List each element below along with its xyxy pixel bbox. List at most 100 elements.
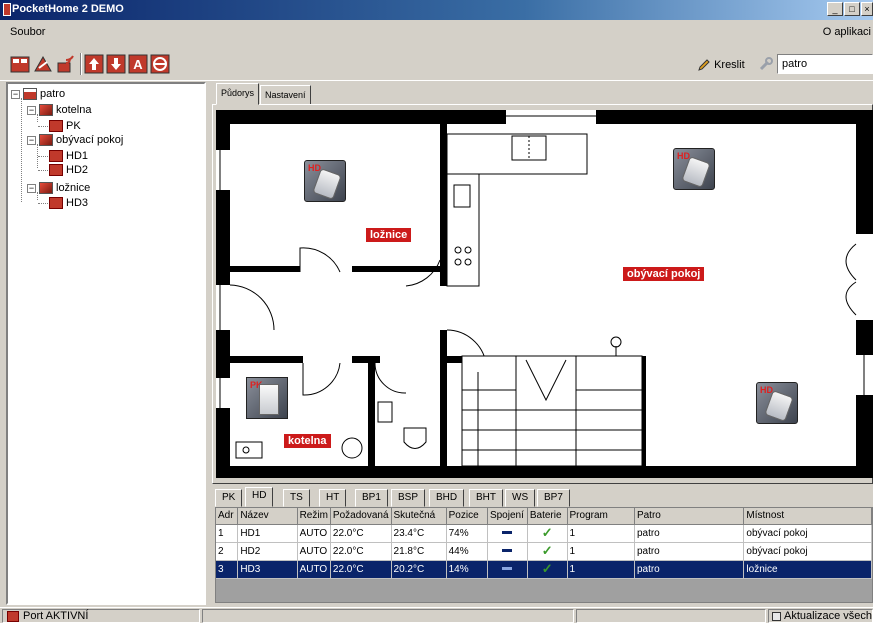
column-header[interactable]: Patro xyxy=(634,508,745,525)
arrow-down-icon[interactable] xyxy=(106,54,126,74)
thermostat-hd3-icon[interactable]: HD xyxy=(304,160,346,202)
delete-icon[interactable] xyxy=(150,54,170,74)
tab-bhd[interactable]: BHD xyxy=(429,489,465,507)
status-empty-panel xyxy=(576,609,766,623)
thermostat-hd2-icon[interactable]: HD xyxy=(756,382,798,424)
column-header[interactable]: Spojení xyxy=(487,508,528,525)
update-icon xyxy=(772,612,781,621)
column-header[interactable]: Skutečná xyxy=(391,508,447,525)
column-header[interactable]: Baterie xyxy=(527,508,568,525)
cell-floor: patro xyxy=(634,560,745,579)
cell-mode: AUTO xyxy=(297,524,331,543)
device-tree[interactable]: − patro − kotelna PK − obývací pokoj HD1… xyxy=(6,82,206,605)
room-label-living-room[interactable]: obývací pokoj xyxy=(623,267,705,281)
tab-bht[interactable]: BHT xyxy=(469,489,503,507)
update-all-button[interactable]: Aktualizace všech xyxy=(768,609,873,623)
column-header[interactable]: Režim xyxy=(297,508,331,525)
cell-actual-temp: 20.2°C xyxy=(391,560,447,579)
device-icon xyxy=(49,197,63,209)
room-icon[interactable] xyxy=(33,54,53,74)
device-table: Adr Název Režim Požadovaná Skutečná Pozi… xyxy=(215,507,873,603)
maximize-button[interactable]: □ xyxy=(844,2,860,16)
cell-floor: patro xyxy=(634,542,745,561)
boiler-pk-icon[interactable]: PK xyxy=(246,377,288,419)
tab-settings[interactable]: Nastavení xyxy=(260,85,311,105)
check-icon: ✓ xyxy=(541,525,553,540)
tree-item-device[interactable]: HD3 xyxy=(38,195,88,211)
collapse-icon[interactable]: − xyxy=(27,105,36,115)
device-icon xyxy=(49,120,63,132)
cell-position: 44% xyxy=(446,542,488,561)
cell-connection xyxy=(487,524,528,543)
toolbar-separator xyxy=(80,53,82,75)
column-header[interactable]: Místnost xyxy=(743,508,872,525)
cell-connection xyxy=(487,542,528,561)
tab-ws[interactable]: WS xyxy=(505,489,536,507)
floor-plan-icon[interactable] xyxy=(10,54,30,74)
cell-actual-temp: 23.4°C xyxy=(391,524,447,543)
cell-mode: AUTO xyxy=(297,560,331,579)
tree-item-room[interactable]: − kotelna xyxy=(27,102,91,118)
collapse-icon[interactable]: − xyxy=(11,89,20,99)
table-row-selected[interactable]: 3 HD3 AUTO 22.0°C 20.2°C 14% ✓ 1 patro l… xyxy=(216,560,872,579)
tab-bp7[interactable]: BP7 xyxy=(537,489,570,507)
floor-field[interactable]: patro xyxy=(777,54,873,74)
thermostat-hd1-icon[interactable]: HD xyxy=(673,148,715,190)
collapse-icon[interactable]: − xyxy=(27,183,36,193)
tree-label: PK xyxy=(66,120,81,132)
cell-required-temp: 22.0°C xyxy=(330,542,392,561)
menu-bar: Soubor O aplikaci xyxy=(0,20,873,45)
column-header[interactable]: Adr xyxy=(216,508,239,525)
room-icon xyxy=(39,182,53,194)
tab-bp1[interactable]: BP1 xyxy=(355,489,388,507)
column-header[interactable]: Program xyxy=(567,508,635,525)
cell-battery: ✓ xyxy=(527,524,568,543)
menu-file[interactable]: Soubor xyxy=(10,26,45,38)
tree-item-device[interactable]: HD2 xyxy=(38,162,88,178)
wrench-icon xyxy=(759,57,773,71)
cell-connection xyxy=(487,560,528,579)
wireless-icon[interactable] xyxy=(56,54,76,74)
tab-pk[interactable]: PK xyxy=(215,489,243,507)
tree-label: kotelna xyxy=(56,104,92,116)
port-status: Port AKTIVNÍ xyxy=(23,610,89,622)
tree-connector xyxy=(38,203,48,204)
tab-hd[interactable]: HD xyxy=(245,487,274,507)
tree-item-room[interactable]: − obývací pokoj xyxy=(27,132,123,148)
tree-connector xyxy=(38,170,48,171)
room-label-bedroom[interactable]: ložnice xyxy=(366,228,412,242)
connection-icon xyxy=(502,567,513,571)
collapse-icon[interactable]: − xyxy=(27,135,36,145)
device-icon xyxy=(49,164,63,176)
check-icon: ✓ xyxy=(541,543,553,558)
tab-ht[interactable]: HT xyxy=(319,489,347,507)
cell-floor: patro xyxy=(634,524,745,543)
tree-label: ložnice xyxy=(56,182,91,194)
table-row[interactable]: 2 HD2 AUTO 22.0°C 21.8°C 44% ✓ 1 patro o… xyxy=(216,542,872,561)
room-label-boiler-room[interactable]: kotelna xyxy=(284,434,331,448)
tree-item-room[interactable]: − ložnice xyxy=(27,180,90,196)
tree-label: HD1 xyxy=(66,150,89,162)
text-icon[interactable]: A xyxy=(128,54,148,74)
cell-program: 1 xyxy=(567,560,635,579)
tab-ts[interactable]: TS xyxy=(283,489,310,507)
tab-floor-plan[interactable]: Půdorys xyxy=(216,83,260,105)
column-header[interactable]: Název xyxy=(237,508,298,525)
menu-about[interactable]: O aplikaci xyxy=(823,26,871,38)
check-icon: ✓ xyxy=(541,561,553,576)
column-header[interactable]: Požadovaná xyxy=(330,508,392,525)
draw-button[interactable]: Kreslit xyxy=(697,58,745,72)
connection-icon xyxy=(502,531,513,535)
cell-position: 74% xyxy=(446,524,488,543)
tree-item-floor[interactable]: − patro xyxy=(11,86,65,102)
cell-actual-temp: 21.8°C xyxy=(391,542,447,561)
close-button[interactable]: × xyxy=(861,2,873,16)
arrow-up-icon[interactable] xyxy=(84,54,104,74)
column-header[interactable]: Pozice xyxy=(446,508,488,525)
floor-plan[interactable]: HD HD HD PK ložnice obývací pokoj koteln… xyxy=(216,110,873,478)
room-icon xyxy=(39,104,53,116)
cell-required-temp: 22.0°C xyxy=(330,560,392,579)
minimize-button[interactable]: _ xyxy=(827,2,843,16)
table-row[interactable]: 1 HD1 AUTO 22.0°C 23.4°C 74% ✓ 1 patro o… xyxy=(216,524,872,543)
tab-bsp[interactable]: BSP xyxy=(391,489,426,507)
